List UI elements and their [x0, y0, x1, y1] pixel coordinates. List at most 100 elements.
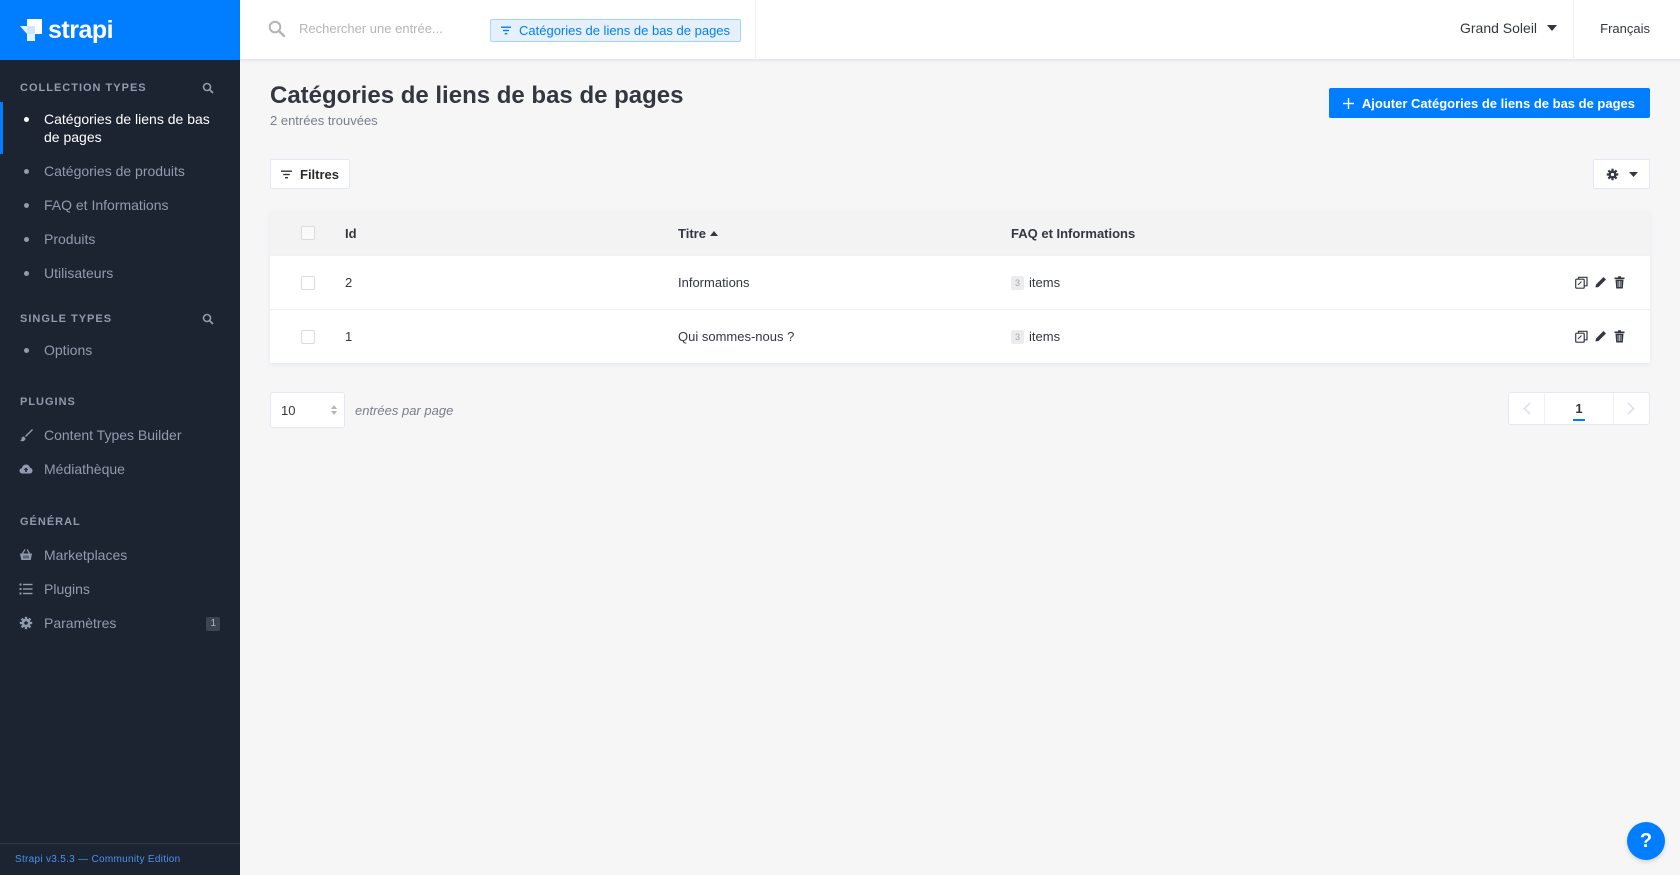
sidebar-item-label: Marketplaces	[44, 547, 128, 563]
caret-down-icon	[1547, 25, 1558, 31]
sidebar-item-label: Content Types Builder	[44, 427, 182, 443]
search-icon[interactable]	[202, 82, 214, 94]
sidebar: strapi Collection Types Catégories de li…	[0, 0, 240, 875]
faq-items-label: items	[1029, 329, 1061, 344]
cloud-upload-icon	[19, 464, 33, 474]
filters-label: Filtres	[300, 166, 340, 182]
row-select-cell	[270, 275, 345, 290]
column-header-title[interactable]: Titre	[678, 226, 1011, 241]
next-page-button[interactable]	[1612, 393, 1649, 424]
cell-id: 2	[345, 275, 353, 290]
search-chip-label: Catégories de liens de bas de pages	[519, 23, 731, 38]
sidebar-item-media-library[interactable]: Médiathèque	[0, 452, 240, 486]
sidebar-item-products[interactable]: Produits	[0, 222, 240, 256]
select-all-cell	[270, 226, 345, 240]
sidebar-item-content-types-builder[interactable]: Content Types Builder	[0, 418, 240, 452]
row-checkbox[interactable]	[300, 275, 315, 290]
single-types-header: Single Types	[0, 309, 240, 329]
brand-header[interactable]: strapi	[0, 0, 240, 60]
per-page-control: 10 entrées par page	[270, 392, 453, 428]
entries-count: 2 entrées trouvées	[270, 113, 378, 128]
general-title: Général	[20, 516, 81, 528]
cell-title: Informations	[678, 275, 750, 290]
paintbrush-icon	[20, 429, 33, 442]
sidebar-item-label: Catégories de liens de bas de pages	[44, 111, 210, 145]
chevron-right-icon	[1627, 402, 1636, 415]
table-row[interactable]: 1 Qui sommes-nous ? 3 items	[270, 309, 1650, 363]
faq-items-label: items	[1029, 275, 1061, 290]
previous-page-button[interactable]	[1509, 393, 1545, 424]
collection-types-header: Collection Types	[0, 78, 240, 98]
plus-icon	[1342, 97, 1354, 109]
row-actions	[1550, 276, 1650, 289]
plugins-header: Plugins	[0, 392, 240, 412]
single-types-title: Single Types	[20, 313, 113, 325]
filters-button[interactable]: Filtres	[270, 159, 351, 189]
row-select-cell	[270, 329, 345, 344]
row-actions	[1550, 330, 1650, 343]
strapi-logo: strapi	[20, 16, 114, 45]
user-menu[interactable]: Grand Soleil	[1460, 20, 1558, 36]
language-selector[interactable]: Français	[1600, 21, 1650, 36]
row-checkbox[interactable]	[300, 329, 315, 344]
add-entry-label: Ajouter Catégories de liens de bas de pa…	[1361, 95, 1635, 111]
version-label: Strapi v3.5.3 — Community Edition	[15, 854, 181, 865]
sidebar-item-users[interactable]: Utilisateurs	[0, 256, 240, 290]
edit-icon[interactable]	[1594, 276, 1607, 289]
sidebar-item-product-categories[interactable]: Catégories de produits	[0, 154, 240, 188]
sidebar-item-label: Produits	[44, 231, 96, 247]
column-header-faq[interactable]: FAQ et Informations	[1011, 226, 1550, 241]
version-footer[interactable]: Strapi v3.5.3 — Community Edition	[0, 843, 240, 875]
per-page-select[interactable]: 10	[270, 392, 345, 428]
per-page-label: entrées par page	[355, 402, 454, 418]
entries-table: Id Titre FAQ et Informations 2 Informati…	[270, 211, 1650, 363]
single-types-list: Options	[0, 333, 240, 367]
notification-badge: 1	[206, 617, 220, 631]
sidebar-item-plugins[interactable]: Plugins	[0, 572, 240, 606]
general-header: Général	[0, 512, 240, 532]
collection-types-title: Collection Types	[20, 82, 147, 94]
page-title: Catégories de liens de bas de pages	[270, 82, 684, 109]
sidebar-item-settings[interactable]: Paramètres 1	[0, 606, 240, 640]
search-input[interactable]	[299, 21, 479, 36]
cell-faq: 3 items	[1011, 275, 1550, 290]
topbar-divider	[1573, 0, 1574, 60]
bullet-icon	[24, 203, 29, 208]
gear-icon	[19, 616, 33, 630]
duplicate-icon[interactable]	[1575, 276, 1588, 289]
bullet-icon	[24, 117, 29, 122]
trash-icon[interactable]	[1613, 276, 1626, 289]
list-icon	[19, 583, 33, 595]
cell-faq: 3 items	[1011, 329, 1550, 344]
filter-icon	[501, 26, 511, 35]
general-list: Marketplaces Plugins Paramètres 1	[0, 538, 240, 640]
sidebar-item-footer-link-categories[interactable]: Catégories de liens de bas de pages	[0, 102, 240, 154]
faq-count-badge: 3	[1011, 275, 1025, 290]
sidebar-item-label: Catégories de produits	[44, 163, 185, 179]
bullet-icon	[24, 169, 29, 174]
current-page[interactable]: 1	[1573, 401, 1585, 421]
column-header-id[interactable]: Id	[345, 226, 678, 241]
duplicate-icon[interactable]	[1575, 330, 1588, 343]
user-name: Grand Soleil	[1460, 20, 1538, 36]
sidebar-item-marketplaces[interactable]: Marketplaces	[0, 538, 240, 572]
sidebar-item-label: Plugins	[44, 581, 90, 597]
column-header-title-label: Titre	[678, 225, 706, 241]
gear-icon	[1606, 168, 1618, 180]
search-icon[interactable]	[202, 313, 214, 325]
bullet-icon	[24, 237, 29, 242]
cell-id: 1	[345, 329, 353, 344]
sidebar-item-label: Paramètres	[44, 615, 117, 631]
table-row[interactable]: 2 Informations 3 items	[270, 255, 1650, 309]
search-context-chip[interactable]: Catégories de liens de bas de pages	[490, 19, 742, 42]
edit-icon[interactable]	[1594, 330, 1607, 343]
sidebar-item-options[interactable]: Options	[0, 333, 240, 367]
table-settings-button[interactable]	[1593, 159, 1650, 189]
select-all-checkbox[interactable]	[300, 226, 315, 240]
search-icon	[268, 20, 285, 37]
trash-icon[interactable]	[1613, 330, 1626, 343]
add-entry-button[interactable]: Ajouter Catégories de liens de bas de pa…	[1328, 88, 1650, 118]
help-button[interactable]: ?	[1627, 822, 1665, 860]
sidebar-item-faq[interactable]: FAQ et Informations	[0, 188, 240, 222]
select-arrows-icon	[331, 405, 337, 415]
